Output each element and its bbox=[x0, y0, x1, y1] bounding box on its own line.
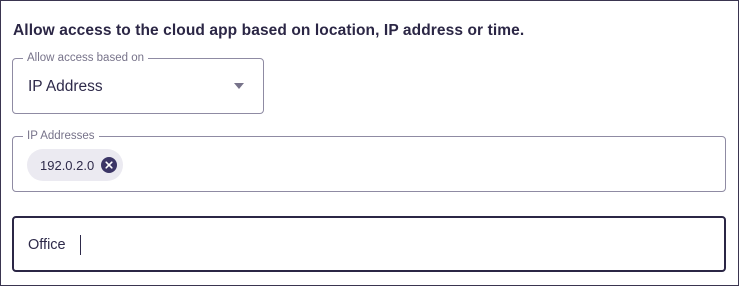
section-heading: Allow access to the cloud app based on l… bbox=[13, 22, 525, 39]
access-based-on-select[interactable]: Allow access based on IP Address bbox=[12, 51, 264, 114]
ip-addresses-label: IP Addresses bbox=[23, 129, 99, 143]
ip-chip-label: 192.0.2.0 bbox=[40, 157, 95, 173]
location-name-field[interactable] bbox=[12, 216, 726, 272]
text-cursor bbox=[80, 235, 81, 255]
caret-down-icon[interactable] bbox=[234, 83, 244, 89]
ip-chip: 192.0.2.0 bbox=[27, 149, 123, 181]
close-circle-icon[interactable] bbox=[101, 157, 117, 173]
access-based-on-value: IP Address bbox=[28, 78, 103, 95]
access-based-on-label: Allow access based on bbox=[23, 51, 148, 65]
access-panel: Allow access to the cloud app based on l… bbox=[0, 0, 739, 286]
location-name-input[interactable] bbox=[28, 231, 708, 259]
ip-addresses-field[interactable]: IP Addresses 192.0.2.0 bbox=[12, 129, 726, 192]
